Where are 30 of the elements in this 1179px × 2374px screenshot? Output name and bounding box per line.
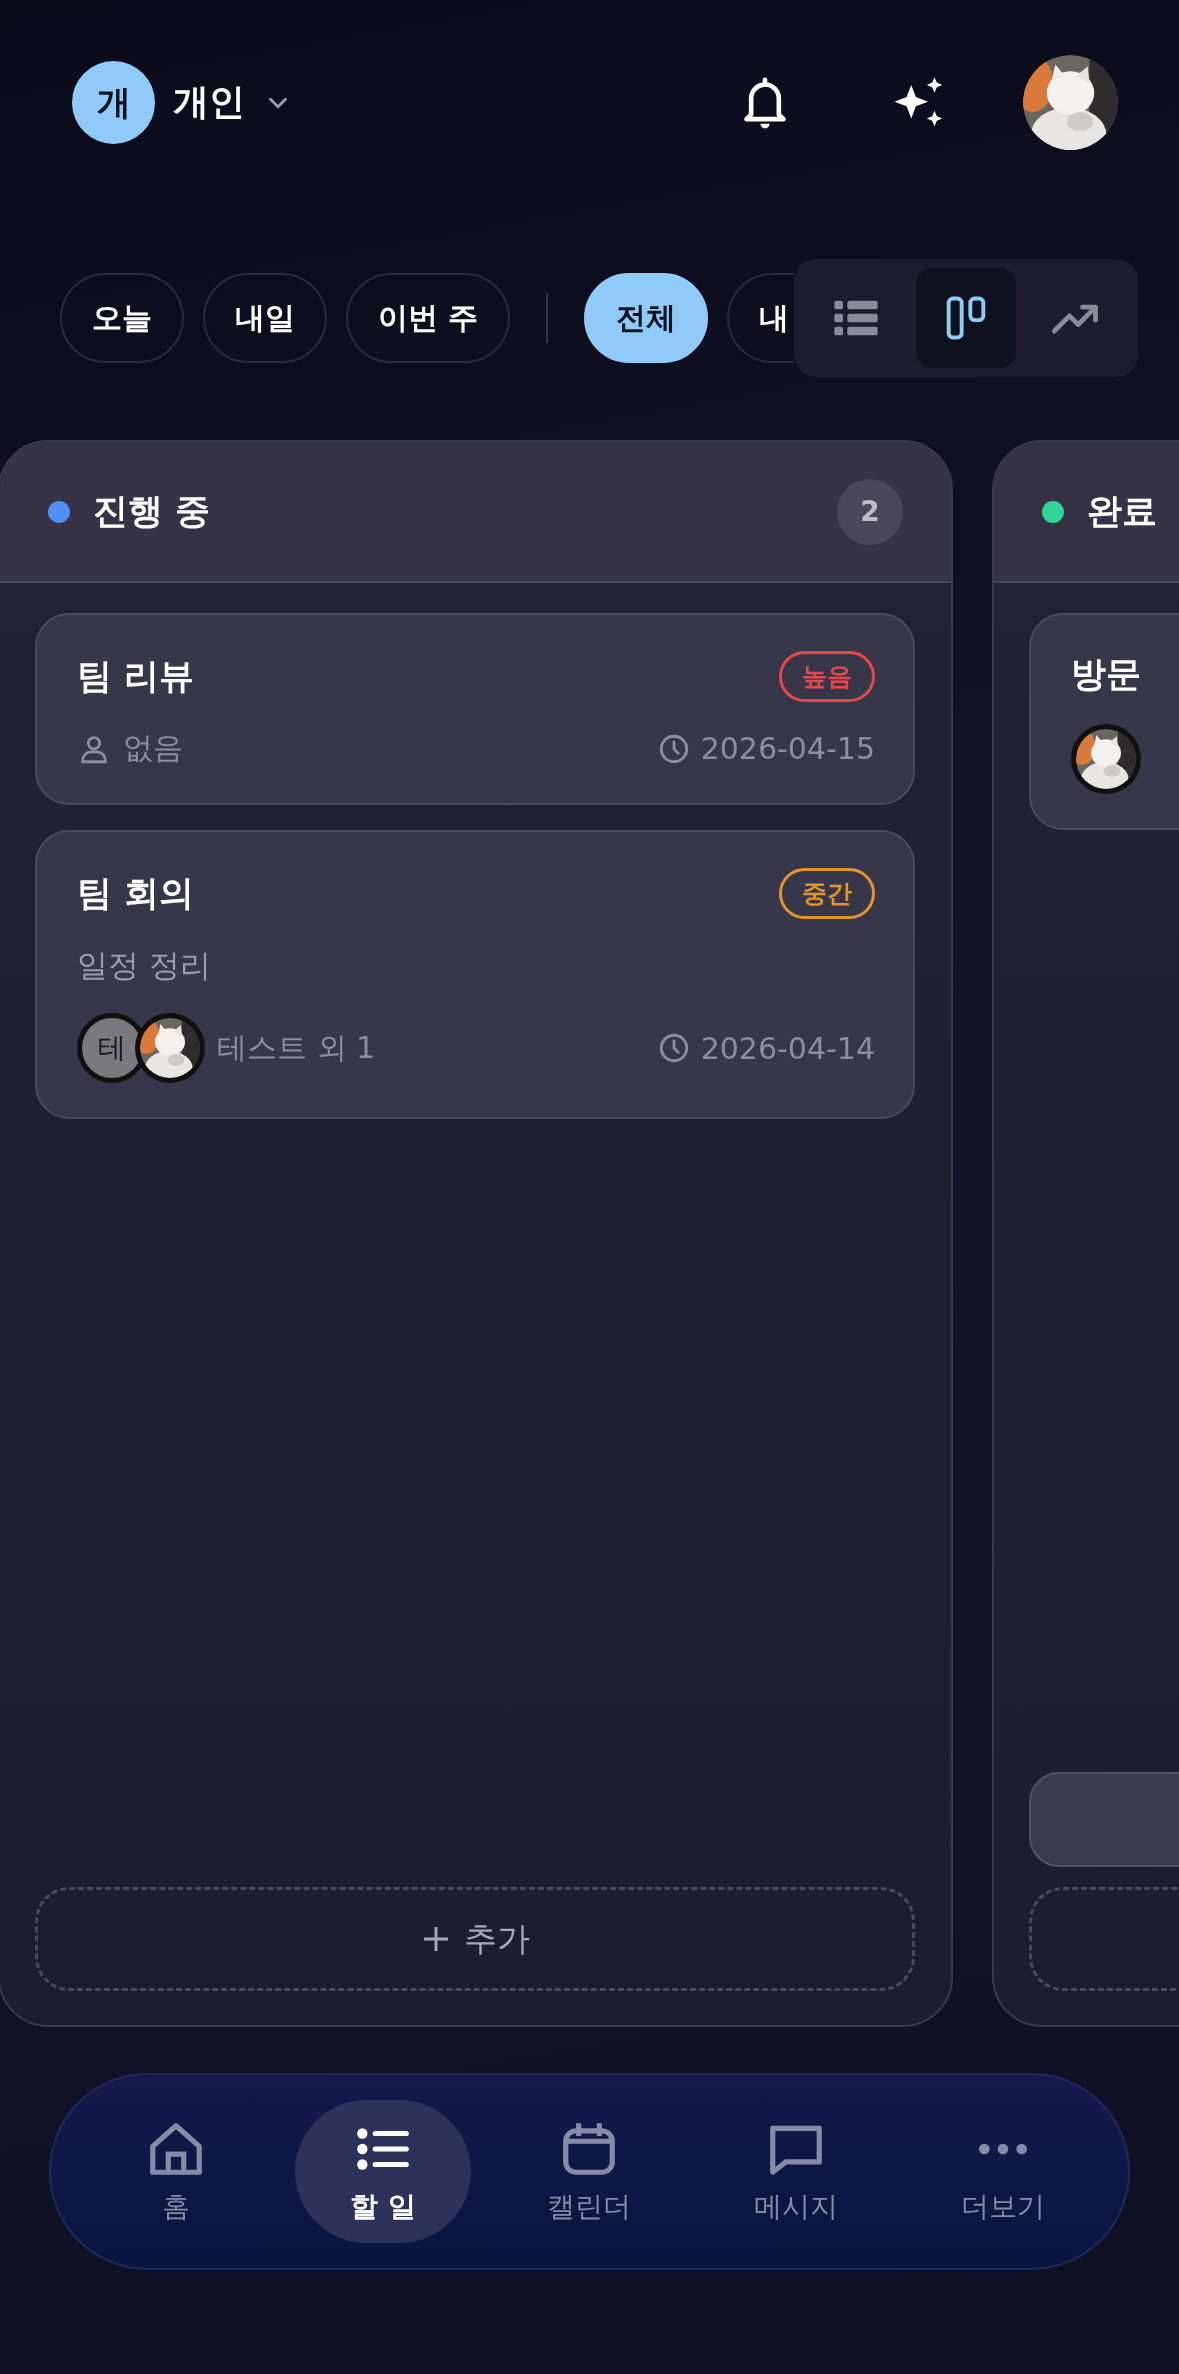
task-title: 방문 <box>1071 653 1141 696</box>
due-date: 2026-04-14 <box>700 1030 875 1066</box>
board-view-toggle[interactable] <box>916 268 1016 368</box>
workspace-switcher[interactable]: 개 개인 <box>72 61 293 144</box>
task-card[interactable]: 팀 회의 중간 일정 정리 테 테스트 외 1 2026-04-14 <box>35 830 915 1119</box>
due-date: 2026-04-15 <box>700 731 875 766</box>
add-button[interactable]: 추가 <box>35 1887 915 1991</box>
priority-badge: 높음 <box>779 651 875 702</box>
nav-tab[interactable]: 할 일 <box>294 2100 471 2243</box>
filter-chip[interactable]: 내일 <box>203 273 327 363</box>
workspace-avatar: 개 <box>72 61 155 144</box>
assignee-name: 없음 <box>123 729 183 767</box>
task-count: 2 <box>837 478 903 545</box>
task-title: 팀 리뷰 <box>77 655 195 698</box>
task-description: 일정 정리 <box>77 946 212 985</box>
assignee-name: 테스트 외 1 <box>217 1028 376 1067</box>
filter-chip[interactable]: 이번 주 <box>346 273 511 363</box>
task-card[interactable]: 팀 리뷰 높음 없음 2026-04-15 <box>35 613 915 805</box>
task-card[interactable]: 방문 <box>1029 613 1179 830</box>
filter-chip[interactable]: 전체 <box>584 273 709 363</box>
filter-chip[interactable]: 오늘 <box>60 273 184 363</box>
nav-tab[interactable]: 캘린더 <box>501 2100 678 2243</box>
priority-badge: 중간 <box>779 868 875 919</box>
workspace-name: 개인 <box>173 80 245 124</box>
column-title: 완료 <box>1087 490 1158 533</box>
column-title: 진행 중 <box>93 490 212 533</box>
nav-tab[interactable]: 더보기 <box>914 2100 1091 2243</box>
task-title: 팀 회의 <box>77 872 195 915</box>
nav-tab[interactable]: 메시지 <box>708 2100 885 2243</box>
nav-tab[interactable]: 홈 <box>88 2100 265 2243</box>
